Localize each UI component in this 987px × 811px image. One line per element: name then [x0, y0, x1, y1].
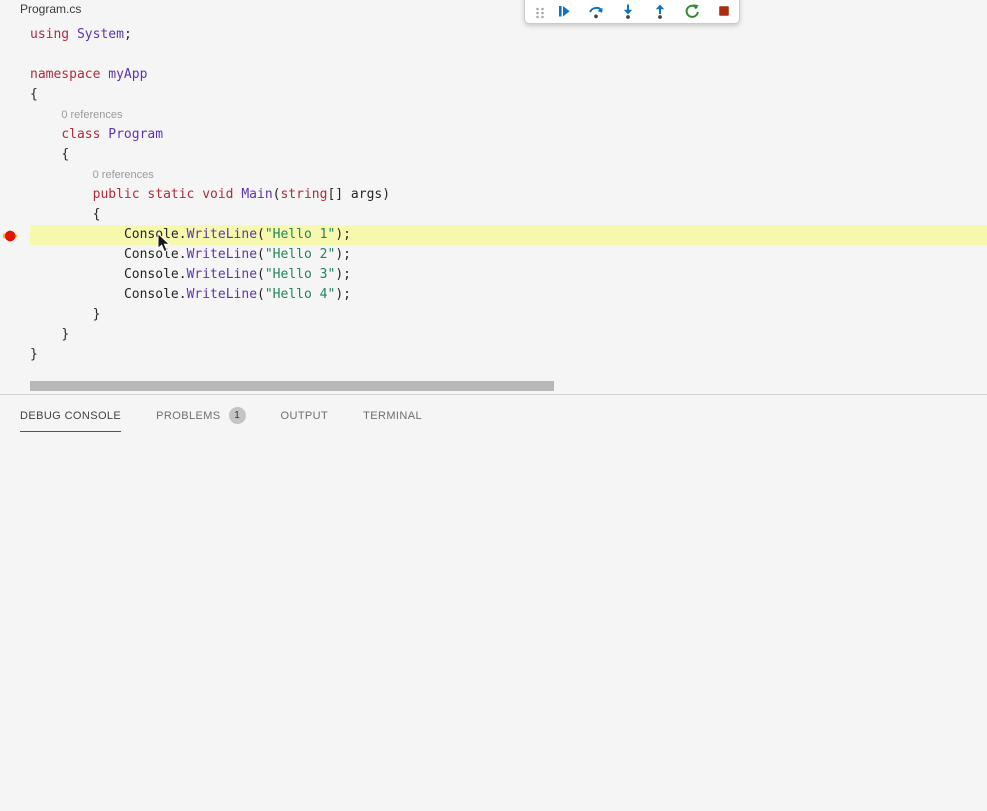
tab-debug-console[interactable]: DEBUG CONSOLE — [20, 410, 121, 432]
codelens-line[interactable]: 0 references — [30, 105, 987, 125]
debug-stop-icon[interactable] — [716, 3, 732, 19]
code-line: { — [30, 205, 987, 225]
panel-tabs: DEBUG CONSOLE PROBLEMS 1 OUTPUT TERMINAL — [0, 395, 987, 434]
editor-tab-program-cs[interactable]: Program.cs — [20, 2, 81, 16]
tab-problems[interactable]: PROBLEMS 1 — [156, 407, 245, 434]
code-line: public static void Main(string[] args) — [30, 185, 987, 205]
drag-handle-icon[interactable] — [532, 3, 548, 19]
code-line: namespace myApp — [30, 65, 987, 85]
debug-restart-icon[interactable] — [684, 3, 700, 19]
debug-step-into-icon[interactable] — [620, 3, 636, 19]
code-line — [30, 45, 987, 65]
code-line: Console.WriteLine("Hello 2"); — [30, 245, 987, 265]
code-line: } — [30, 325, 987, 345]
tab-debug-console-label: DEBUG CONSOLE — [20, 410, 121, 422]
problems-count-badge: 1 — [229, 407, 246, 424]
code-line: Console.WriteLine("Hello 3"); — [30, 265, 987, 285]
tab-output[interactable]: OUTPUT — [281, 410, 329, 432]
code-line: Console.WriteLine("Hello 1"); — [30, 225, 987, 245]
tab-terminal[interactable]: TERMINAL — [363, 410, 422, 432]
tab-output-label: OUTPUT — [281, 410, 329, 422]
tab-problems-label: PROBLEMS — [156, 410, 220, 422]
debug-toolbar — [524, 0, 740, 24]
code-line: using System; — [30, 25, 987, 45]
debug-step-over-icon[interactable] — [588, 3, 604, 19]
debug-step-out-icon[interactable] — [652, 3, 668, 19]
horizontal-scrollbar-thumb[interactable] — [30, 381, 554, 391]
code-line: } — [30, 305, 987, 325]
codelens-line[interactable]: 0 references — [30, 165, 987, 185]
breakpoint-current-line-icon[interactable] — [3, 229, 19, 243]
code-line: Console.WriteLine("Hello 4"); — [30, 285, 987, 305]
code-line: { — [30, 145, 987, 165]
debug-continue-icon[interactable] — [556, 3, 572, 19]
tab-terminal-label: TERMINAL — [363, 410, 422, 422]
code-line: } — [30, 345, 987, 365]
code-line: { — [30, 85, 987, 105]
code-lines: using System;namespace myApp{0 reference… — [30, 25, 987, 365]
bottom-panel: DEBUG CONSOLE PROBLEMS 1 OUTPUT TERMINAL — [0, 394, 987, 811]
code-line: class Program — [30, 125, 987, 145]
